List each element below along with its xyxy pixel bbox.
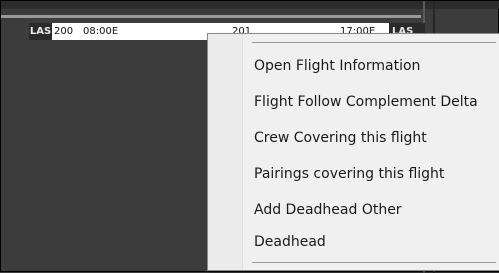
menu-item-pairings-covering-flight[interactable]: Pairings covering this flight [243,156,499,192]
departure-station: LAS [29,23,52,40]
menu-separator [252,42,496,43]
schedule-window: LAS 200 08:00E 201 17:00E LAS Open Fligh… [0,0,499,273]
menu-item-flight-follow-complement-delta[interactable]: Flight Follow Complement Delta [243,84,499,120]
menu-item-deadhead[interactable]: Deadhead [243,224,499,260]
flight-number-left: 200 [54,26,74,37]
menu-item-crew-covering-flight[interactable]: Crew Covering this flight [243,120,499,156]
menu-separator [252,262,496,263]
menu-item-open-flight-information[interactable]: Open Flight Information [243,48,499,84]
menu-item-add-deadhead-other[interactable]: Add Deadhead Other [243,192,499,228]
timeline-divider [1,15,421,18]
context-menu: Open Flight Information Flight Follow Co… [207,33,499,271]
menu-icon-gutter [208,34,243,270]
departure-time: 08:00E [83,26,119,37]
